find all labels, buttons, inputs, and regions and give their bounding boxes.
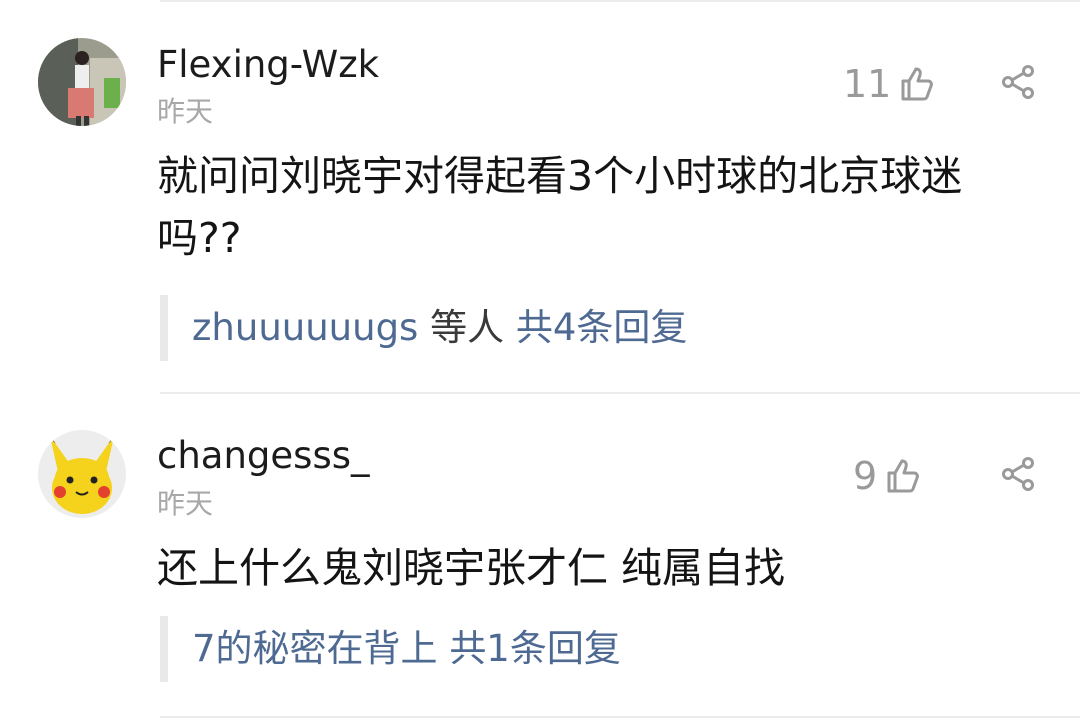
- reply-count-link[interactable]: 共4条回复: [516, 306, 688, 349]
- thumbs-up-icon[interactable]: [899, 66, 935, 102]
- bottom-divider: [160, 716, 1080, 718]
- comment-item: changesss_ 昨天 9 还上什么鬼刘晓宇张才仁 纯属自找 7的秘密在背上…: [0, 392, 1080, 716]
- like-count: 11: [843, 62, 892, 106]
- reply-count-link[interactable]: 共1条回复: [449, 627, 621, 670]
- comment-item: Flexing-Wzk 昨天 11 就问问刘晓宇对得起看3个小时球的北京球迷吗?…: [0, 0, 1080, 392]
- comment-text: 就问问刘晓宇对得起看3个小时球的北京球迷吗??: [157, 152, 963, 262]
- reply-connector: [438, 627, 450, 670]
- user-avatar[interactable]: [38, 38, 126, 126]
- username[interactable]: changesss_: [157, 434, 370, 477]
- reply-username[interactable]: zhuuuuuugs: [192, 306, 418, 349]
- comment-time: 昨天: [157, 95, 214, 128]
- user-avatar[interactable]: [38, 430, 126, 518]
- share-icon[interactable]: [1000, 64, 1036, 100]
- like-control[interactable]: 9: [853, 454, 921, 498]
- comment-time: 昨天: [157, 487, 214, 520]
- thumbs-up-icon[interactable]: [885, 458, 921, 494]
- reply-connector: 等人: [418, 306, 516, 349]
- comment-text: 还上什么鬼刘晓宇张才仁 纯属自找: [157, 544, 786, 592]
- reply-summary[interactable]: zhuuuuuugs 等人 共4条回复: [160, 295, 687, 361]
- like-count: 9: [853, 454, 878, 498]
- reply-username[interactable]: 7的秘密在背上: [192, 627, 438, 670]
- like-control[interactable]: 11: [843, 62, 935, 106]
- username[interactable]: Flexing-Wzk: [157, 43, 379, 86]
- reply-summary[interactable]: 7的秘密在背上 共1条回复: [160, 616, 621, 682]
- share-icon[interactable]: [1000, 456, 1036, 492]
